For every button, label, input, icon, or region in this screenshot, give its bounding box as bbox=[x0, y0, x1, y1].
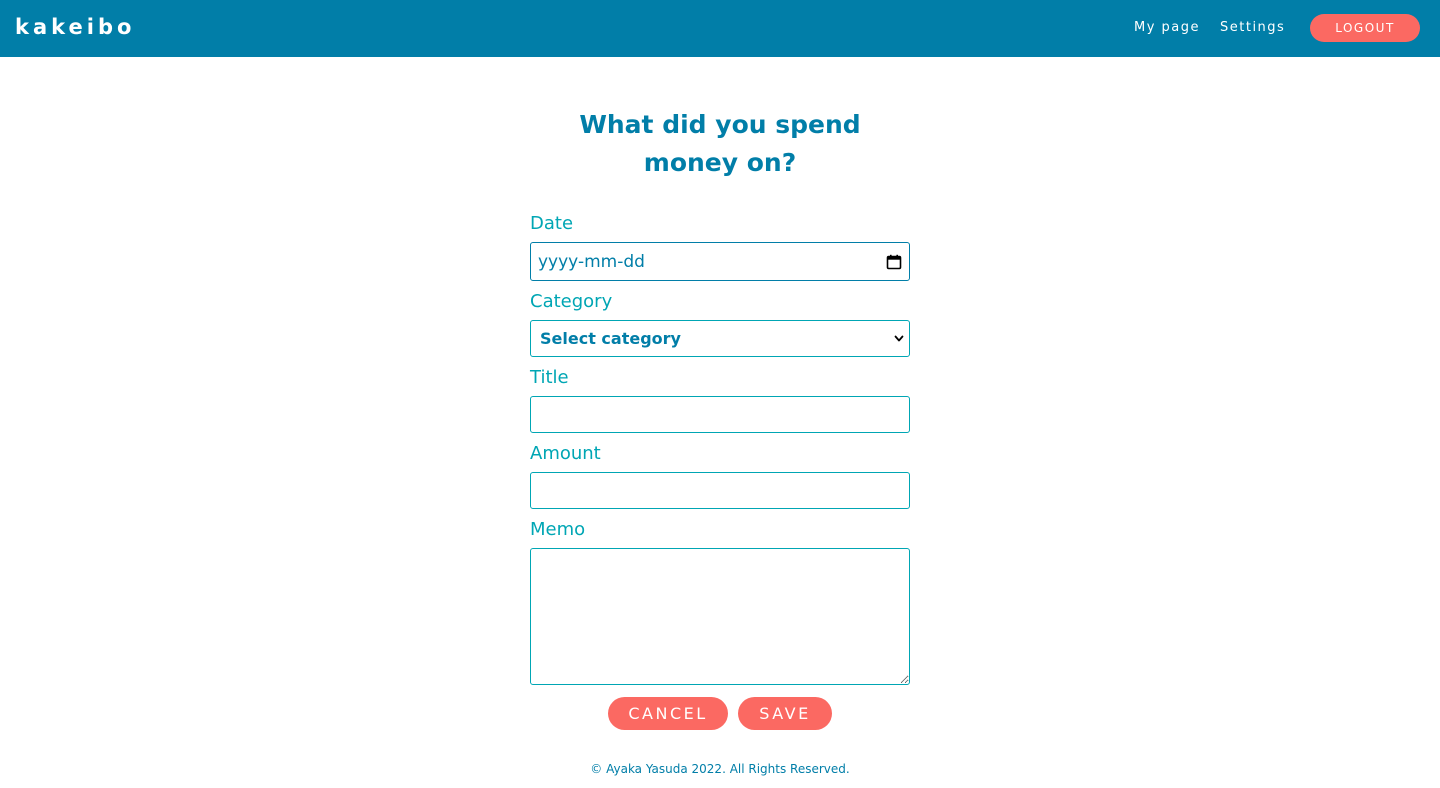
title-input[interactable] bbox=[530, 396, 910, 433]
title-label: Title bbox=[530, 367, 569, 388]
category-select[interactable]: Select category bbox=[530, 320, 910, 357]
amount-input[interactable] bbox=[530, 472, 910, 509]
cancel-button[interactable]: CANCEL bbox=[608, 697, 728, 730]
memo-label: Memo bbox=[530, 519, 586, 540]
logout-button[interactable]: LOGOUT bbox=[1310, 14, 1420, 42]
page-title-line-2: money on? bbox=[643, 148, 797, 177]
save-button[interactable]: SAVE bbox=[738, 697, 832, 730]
page-title: What did you spend money on? bbox=[520, 106, 920, 182]
date-input[interactable]: yyyy-mm-dd bbox=[530, 242, 910, 281]
date-input-value: yyyy-mm-dd bbox=[538, 252, 645, 272]
brand-logo[interactable]: kakeibo bbox=[15, 13, 135, 41]
calendar-icon[interactable] bbox=[886, 254, 902, 270]
date-label: Date bbox=[530, 213, 574, 234]
amount-label: Amount bbox=[530, 443, 601, 464]
footer-copyright: © Ayaka Yasuda 2022. All Rights Reserved… bbox=[590, 762, 850, 776]
nav-link-my-page[interactable]: My page bbox=[1134, 19, 1200, 37]
memo-textarea[interactable] bbox=[530, 548, 910, 685]
chevron-down-icon bbox=[894, 335, 904, 342]
navbar: kakeibo My page Settings LOGOUT bbox=[0, 0, 1440, 57]
nav-link-settings[interactable]: Settings bbox=[1220, 19, 1285, 37]
category-select-value: Select category bbox=[540, 329, 681, 348]
category-label: Category bbox=[530, 291, 613, 312]
page-title-line-1: What did you spend bbox=[579, 110, 861, 139]
